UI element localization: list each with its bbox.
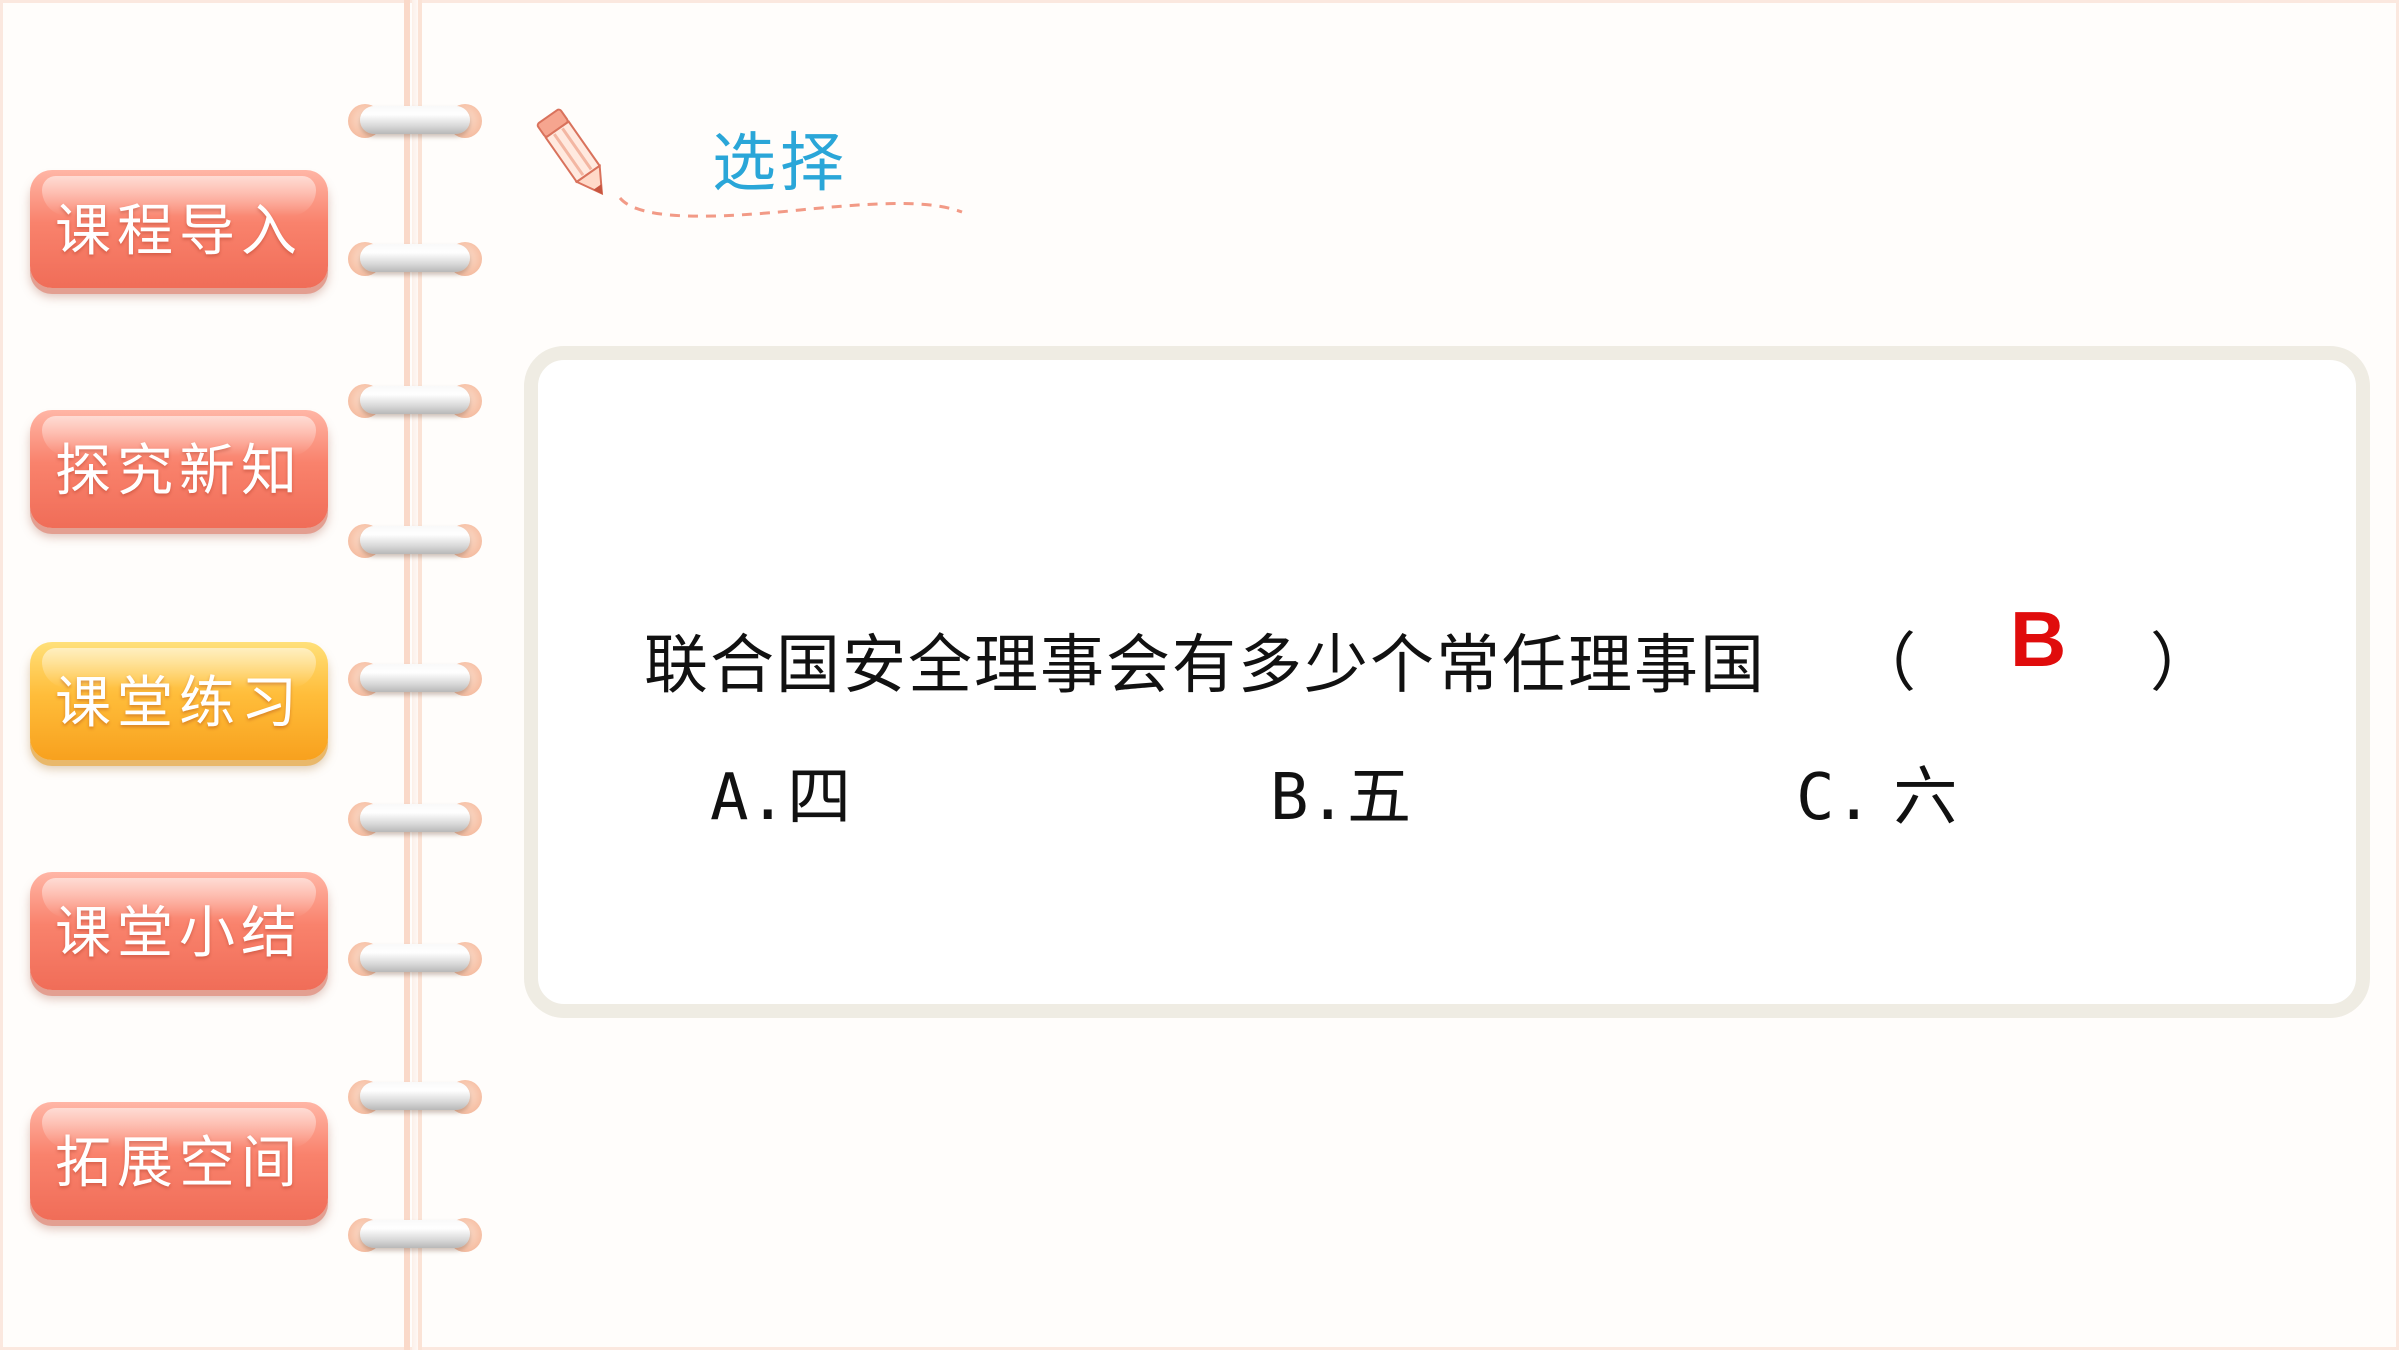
option-a[interactable]: A.四	[710, 746, 851, 838]
option-text: 六	[1873, 761, 1958, 835]
sidebar-item-label: 课堂练习	[55, 670, 303, 736]
question-text: 联合国安全理事会有多少个常任理事国	[644, 629, 1766, 703]
sidebar-item-course-intro[interactable]: 课程导入	[30, 170, 328, 288]
sidebar-item-extension[interactable]: 拓展空间	[30, 1102, 328, 1220]
option-text: 五	[1347, 761, 1412, 835]
answer-paren-close: ）	[2150, 627, 2214, 701]
sidebar-item-explore[interactable]: 探究新知	[30, 410, 328, 528]
option-c[interactable]: C. 六	[1796, 746, 1957, 838]
spiral-ring	[348, 796, 482, 840]
sidebar-item-label: 探究新知	[55, 438, 303, 504]
option-letter: B.	[1270, 761, 1348, 835]
sidebar-item-label: 课程导入	[55, 198, 303, 264]
answer-text: B	[2010, 595, 2067, 683]
option-letter: A.	[710, 761, 788, 835]
option-letter: C.	[1796, 761, 1874, 835]
spiral-ring	[348, 1074, 482, 1118]
spiral-ring	[348, 1212, 482, 1256]
spiral-ring	[348, 378, 482, 422]
sidebar-item-practice[interactable]: 课堂练习	[30, 642, 328, 760]
sidebar-item-summary[interactable]: 课堂小结	[30, 872, 328, 990]
spiral-ring	[348, 656, 482, 700]
spiral-ring	[348, 236, 482, 280]
sidebar-item-label: 拓展空间	[55, 1130, 303, 1196]
option-b[interactable]: B.五	[1270, 746, 1411, 838]
spiral-ring	[348, 936, 482, 980]
spiral-ring	[348, 98, 482, 142]
sidebar-item-label: 课堂小结	[55, 900, 303, 966]
answer-paren-open: （	[1852, 627, 1916, 701]
option-text: 四	[787, 761, 852, 835]
spiral-ring	[348, 518, 482, 562]
dashed-underline	[618, 196, 963, 218]
